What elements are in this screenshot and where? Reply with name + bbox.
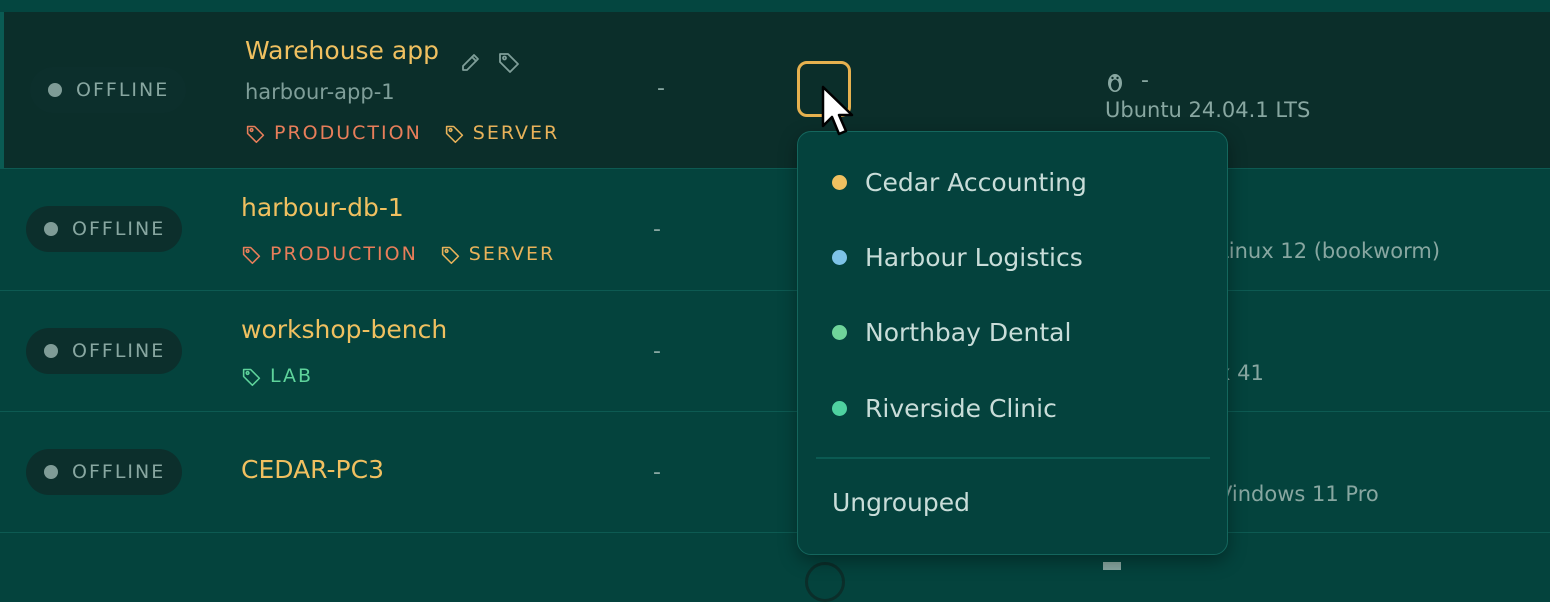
group-value: -	[653, 217, 661, 242]
next-row-checkbox[interactable]	[805, 562, 845, 602]
table-row[interactable]: OFFLINE CEDAR-PC3 - Vindows 11 Pro	[0, 412, 1550, 533]
tag-icon	[441, 246, 459, 264]
status-dot	[44, 344, 58, 358]
status-dot	[44, 222, 58, 236]
status-label: OFFLINE	[72, 218, 166, 240]
tag-icon	[242, 246, 261, 264]
tag-production[interactable]: PRODUCTION	[245, 122, 422, 144]
dropdown-item-ungrouped[interactable]: Ungrouped	[832, 488, 970, 517]
tag-label: SERVER	[468, 243, 556, 265]
dropdown-item-harbour-logistics[interactable]: Harbour Logistics	[832, 243, 1083, 272]
device-name[interactable]: workshop-bench	[241, 315, 447, 344]
tag-list: LAB	[241, 365, 313, 387]
device-name[interactable]: CEDAR-PC3	[241, 455, 384, 484]
os-name: Ubuntu 24.04.1 LTS	[1105, 98, 1311, 122]
group-value: -	[653, 339, 661, 364]
os-name: Vindows 11 Pro	[1218, 482, 1379, 506]
dropdown-item-label: Cedar Accounting	[865, 168, 1087, 197]
table-row[interactable]: OFFLINE workshop-bench LAB - x 41	[0, 291, 1550, 412]
tag-icon[interactable]	[497, 50, 521, 74]
tag-list: PRODUCTION SERVER	[245, 122, 559, 144]
dropdown-item-cedar-accounting[interactable]: Cedar Accounting	[832, 168, 1087, 197]
tag-label: PRODUCTION	[274, 122, 422, 144]
name-actions	[459, 50, 521, 74]
device-name[interactable]: Warehouse app	[245, 36, 439, 65]
status-badge: OFFLINE	[30, 67, 186, 113]
tag-icon	[242, 368, 261, 386]
tag-list: PRODUCTION SERVER	[241, 243, 555, 265]
device-name[interactable]: harbour-db-1	[241, 193, 404, 222]
table-row[interactable]: OFFLINE Warehouse app harbour-app-1 PROD…	[0, 12, 1550, 169]
tag-lab[interactable]: LAB	[241, 365, 313, 387]
os-name: /Linux 12 (bookworm)	[1210, 239, 1441, 263]
group-color-dot	[832, 401, 847, 416]
pencil-icon[interactable]	[459, 50, 483, 74]
status-label: OFFLINE	[72, 461, 166, 483]
tag-label: LAB	[270, 365, 314, 387]
tag-server[interactable]: SERVER	[444, 122, 559, 144]
agent-version: -	[1141, 68, 1149, 93]
tag-production[interactable]: PRODUCTION	[241, 243, 418, 265]
status-dot	[48, 83, 62, 97]
dropdown-item-label: Harbour Logistics	[865, 243, 1083, 272]
tag-label: SERVER	[472, 122, 560, 144]
dropdown-item-label: Riverside Clinic	[865, 394, 1057, 423]
group-color-dot	[832, 175, 847, 190]
windows-icon	[1103, 562, 1121, 570]
tag-label: PRODUCTION	[270, 243, 418, 265]
dropdown-item-northbay-dental[interactable]: Northbay Dental	[832, 318, 1071, 347]
dropdown-divider	[816, 457, 1210, 459]
dropdown-item-riverside-clinic[interactable]: Riverside Clinic	[832, 394, 1057, 423]
group-value: -	[653, 460, 661, 485]
group-dropdown-menu: Cedar Accounting Harbour Logistics North…	[797, 131, 1228, 555]
status-badge: OFFLINE	[26, 328, 182, 374]
group-color-dot	[832, 250, 847, 265]
dropdown-item-label: Northbay Dental	[865, 318, 1072, 347]
hostname: harbour-app-1	[245, 80, 395, 104]
status-dot	[44, 465, 58, 479]
status-badge: OFFLINE	[26, 206, 182, 252]
linux-penguin-icon	[1108, 74, 1122, 92]
status-badge: OFFLINE	[26, 449, 182, 495]
mouse-cursor-icon	[821, 85, 854, 136]
status-label: OFFLINE	[76, 79, 170, 101]
group-color-dot	[832, 325, 847, 340]
status-label: OFFLINE	[72, 340, 166, 362]
tag-icon	[246, 125, 265, 143]
group-value: -	[657, 76, 665, 101]
tag-server[interactable]: SERVER	[440, 243, 555, 265]
tag-icon	[445, 125, 463, 143]
table-row[interactable]: OFFLINE harbour-db-1 PRODUCTION SERVER -…	[0, 169, 1550, 291]
